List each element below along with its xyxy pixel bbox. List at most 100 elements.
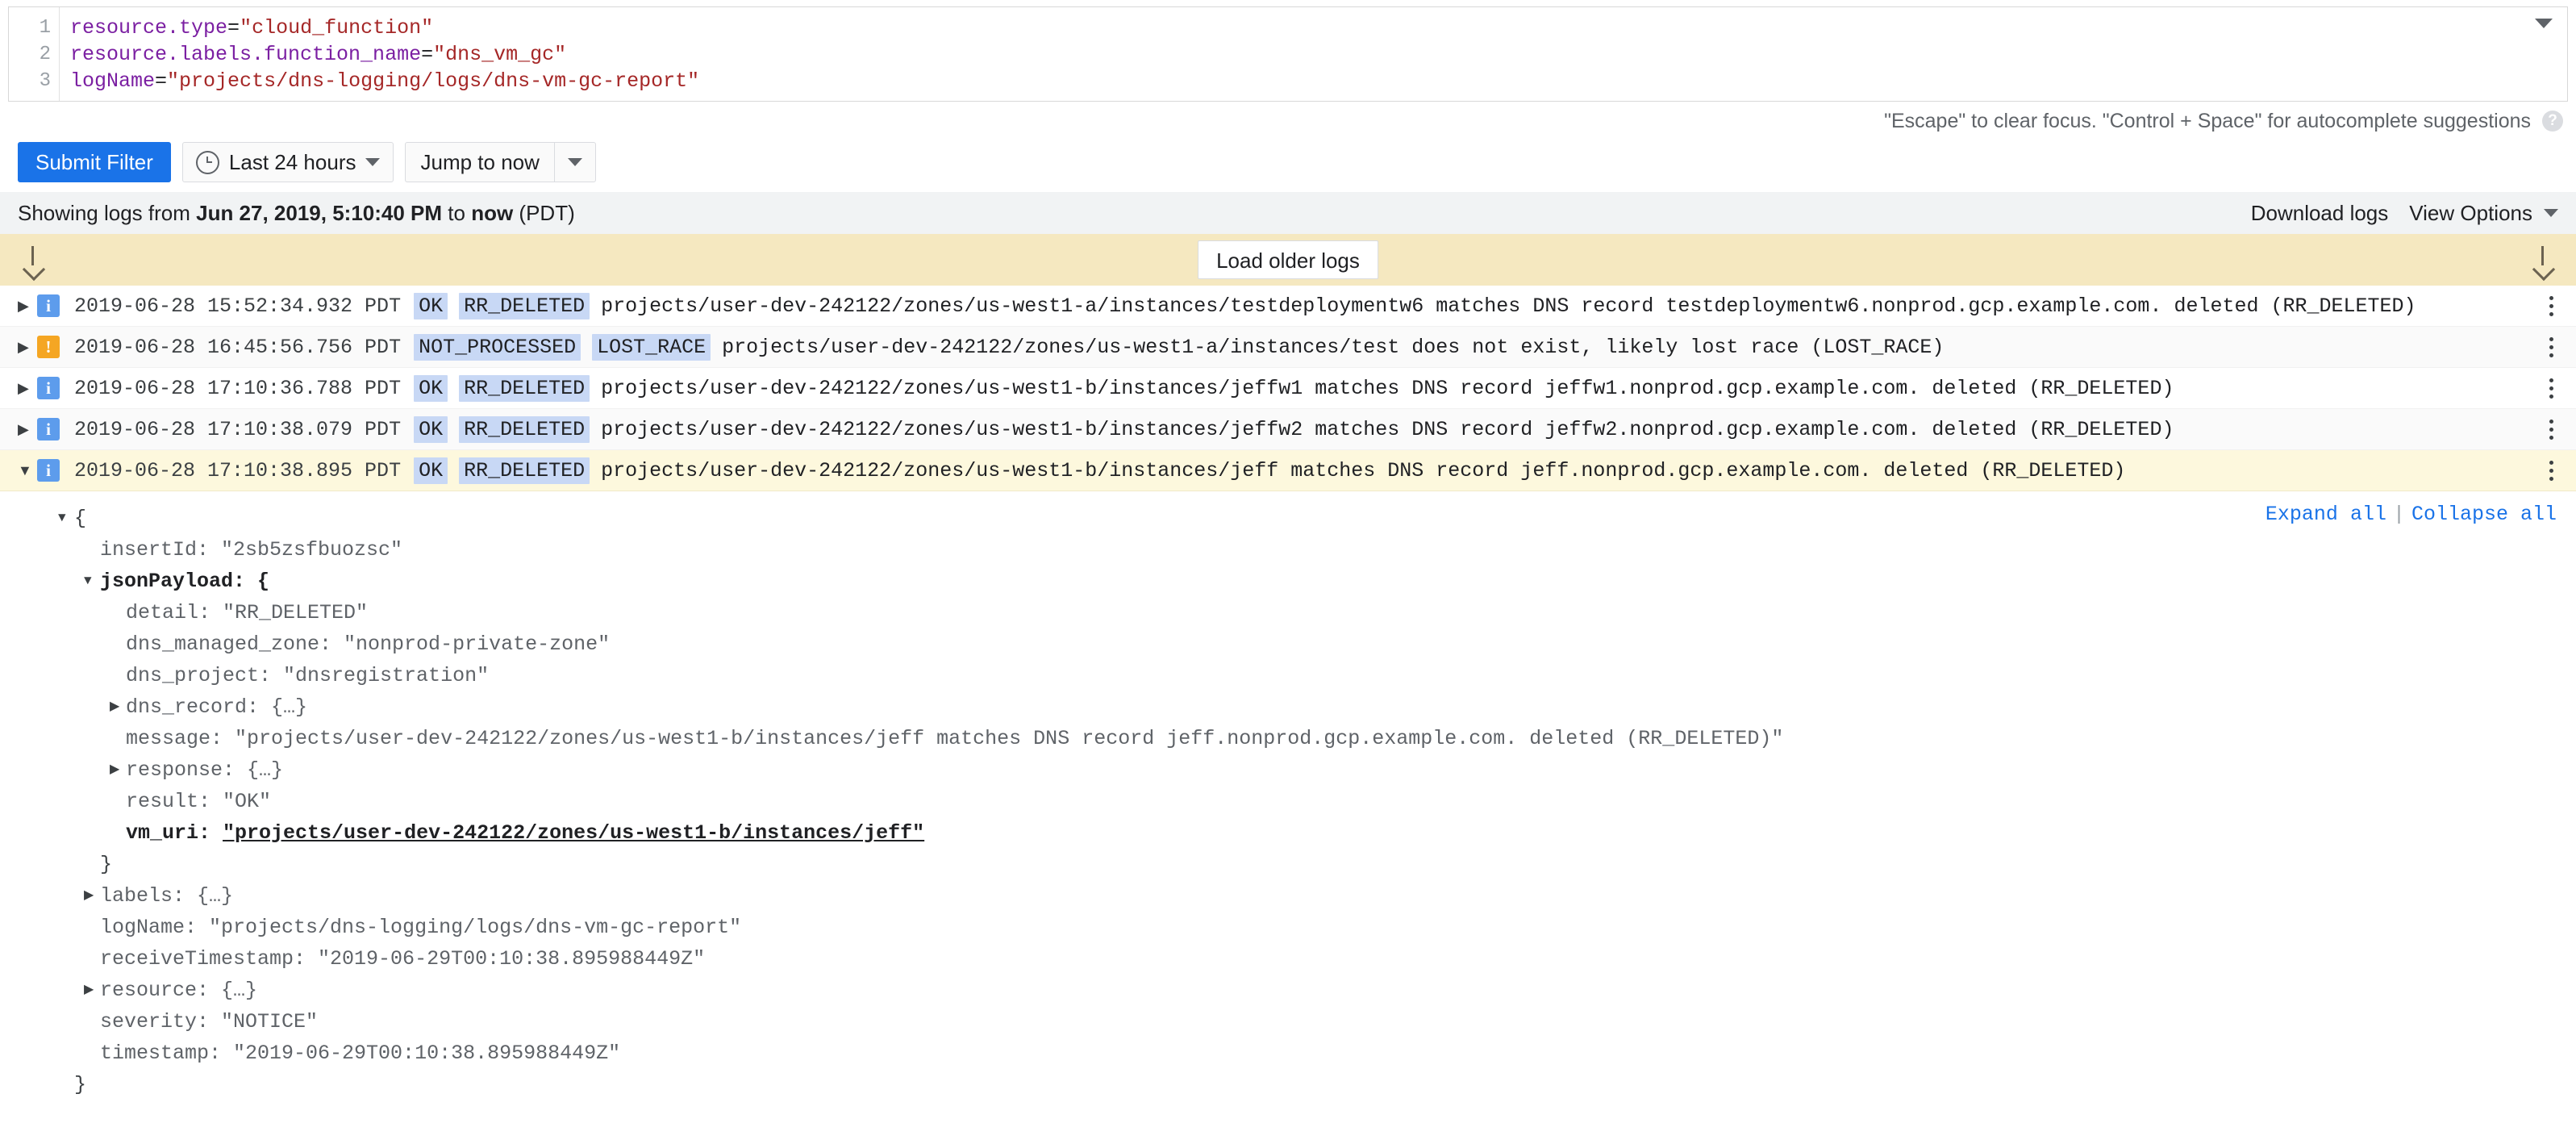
- detail-panel-actions: Expand all | Collapse all: [2265, 503, 2557, 526]
- row-expand-toggle[interactable]: ▶: [18, 340, 37, 354]
- showing-end-time: now: [471, 200, 514, 225]
- json-line-text: response: {…}: [126, 758, 284, 782]
- vm-uri-link[interactable]: "projects/user-dev-242122/zones/us-west1…: [223, 817, 924, 849]
- json-twisty-spacer: [84, 912, 100, 943]
- table-row[interactable]: ▶ i 2019-06-28 15:52:34.932 PDT OK RR_DE…: [0, 286, 2576, 327]
- status-badge: OK: [414, 457, 448, 484]
- json-twisty-spacer: [84, 1006, 100, 1038]
- filter-toolbar: Submit Filter Last 24 hours Jump to now: [0, 132, 2576, 192]
- row-timestamp: 2019-06-28 17:10:38.079 PDT: [74, 417, 402, 441]
- info-icon: i: [37, 294, 60, 317]
- query-line-content: logName="projects/dns-logging/logs/dns-v…: [59, 68, 699, 94]
- expand-all-link[interactable]: Expand all: [2265, 503, 2386, 526]
- query-editor[interactable]: 1 resource.type="cloud_function" 2 resou…: [8, 6, 2568, 102]
- json-twisty-spacer: [110, 628, 126, 660]
- status-badge: RR_DELETED: [459, 292, 590, 319]
- query-line[interactable]: 2 resource.labels.function_name="dns_vm_…: [9, 41, 2567, 68]
- action-separator: |: [2392, 503, 2405, 526]
- editor-hint-row: "Escape" to clear focus. "Control + Spac…: [0, 102, 2576, 132]
- json-tree-line: severity: "NOTICE": [0, 1006, 2576, 1038]
- help-icon[interactable]: ?: [2542, 111, 2563, 132]
- json-line-text: dns_record: {…}: [126, 695, 308, 719]
- showing-logs-bar: Showing logs from Jun 27, 2019, 5:10:40 …: [0, 192, 2576, 234]
- query-value: "dns_vm_gc": [433, 43, 567, 66]
- json-expand-toggle[interactable]: ▶: [110, 691, 126, 723]
- row-collapse-toggle[interactable]: ▼: [18, 463, 37, 478]
- json-tree-line: ▼ jsonPayload: {: [0, 566, 2576, 597]
- showing-start-time: Jun 27, 2019, 5:10:40 PM: [196, 200, 443, 225]
- log-entry-detail-panel: Expand all | Collapse all ▼{ insertId: "2s…: [0, 491, 2576, 1100]
- json-tree-line: dns_project: "dnsregistration": [0, 660, 2576, 691]
- line-number: 2: [39, 44, 51, 65]
- row-menu-button[interactable]: [2539, 378, 2563, 399]
- query-line-content: resource.labels.function_name="dns_vm_gc…: [59, 41, 566, 68]
- info-icon: i: [37, 418, 60, 440]
- json-collapse-toggle[interactable]: ▼: [58, 503, 74, 534]
- json-tree-line: ▶ response: {…}: [0, 754, 2576, 786]
- json-twisty-spacer: [84, 849, 100, 880]
- jump-to-now-dropdown-button[interactable]: [553, 142, 596, 182]
- editor-hint-text: "Escape" to clear focus. "Control + Spac…: [1884, 109, 2531, 132]
- chevron-down-icon[interactable]: [2535, 19, 2553, 28]
- view-options-button[interactable]: View Options: [2409, 201, 2558, 226]
- table-row[interactable]: ▶ ! 2019-06-28 16:45:56.756 PDT NOT_PROC…: [0, 327, 2576, 368]
- info-icon: i: [37, 459, 60, 482]
- status-badge: RR_DELETED: [459, 374, 590, 402]
- json-expand-toggle[interactable]: ▶: [84, 975, 100, 1006]
- query-operator: =: [421, 43, 434, 66]
- query-value: "projects/dns-logging/logs/dns-vm-gc-rep…: [167, 69, 700, 93]
- json-line-text: result: "OK": [126, 790, 272, 813]
- showing-timezone: (PDT): [513, 200, 575, 225]
- json-tree-line: result: "OK": [0, 786, 2576, 817]
- json-tree-line: vm_uri: "projects/user-dev-242122/zones/…: [0, 817, 2576, 849]
- arrow-down-icon: [2531, 246, 2555, 273]
- json-expand-toggle[interactable]: ▶: [110, 754, 126, 786]
- status-badge: LOST_RACE: [592, 333, 711, 361]
- json-tree-line: message: "projects/user-dev-242122/zones…: [0, 723, 2576, 754]
- status-badge: OK: [414, 374, 448, 402]
- showing-logs-text: Showing logs from Jun 27, 2019, 5:10:40 …: [18, 201, 575, 226]
- submit-filter-button[interactable]: Submit Filter: [18, 142, 171, 182]
- json-line-text: vm_uri:: [126, 821, 223, 845]
- json-tree-line: dns_managed_zone: "nonprod-private-zone": [0, 628, 2576, 660]
- json-line-text: detail: "RR_DELETED": [126, 601, 369, 624]
- json-line-text: }: [100, 853, 113, 876]
- row-menu-button[interactable]: [2539, 419, 2563, 440]
- jump-to-now-button[interactable]: Jump to now: [405, 142, 554, 182]
- json-line-text: dns_project: "dnsregistration": [126, 664, 490, 687]
- json-twisty-spacer: [110, 817, 126, 849]
- query-field: resource.type: [70, 16, 228, 40]
- status-badge: RR_DELETED: [459, 415, 590, 443]
- table-row[interactable]: ▶ i 2019-06-28 17:10:36.788 PDT OK RR_DE…: [0, 368, 2576, 409]
- json-line-text: logName: "projects/dns-logging/logs/dns-…: [100, 916, 742, 939]
- json-tree: ▼{ insertId: "2sb5zsfbuozsc" ▼ jsonPayload…: [0, 503, 2576, 1100]
- time-range-label: Last 24 hours: [228, 149, 356, 174]
- query-editor-lines: 1 resource.type="cloud_function" 2 resou…: [9, 7, 2567, 94]
- load-older-logs-button[interactable]: Load older logs: [1198, 240, 1378, 279]
- json-twisty-spacer: [110, 597, 126, 628]
- collapse-all-link[interactable]: Collapse all: [2411, 503, 2557, 526]
- json-line-text: jsonPayload: {: [100, 570, 270, 593]
- status-badge: OK: [414, 415, 448, 443]
- json-collapse-toggle[interactable]: ▼: [84, 566, 100, 597]
- json-expand-toggle[interactable]: ▶: [84, 880, 100, 912]
- query-line[interactable]: 1 resource.type="cloud_function": [9, 15, 2567, 41]
- row-menu-button[interactable]: [2539, 336, 2563, 357]
- json-twisty-spacer: [84, 1038, 100, 1069]
- download-logs-button[interactable]: Download logs: [2251, 201, 2389, 226]
- row-menu-button[interactable]: [2539, 295, 2563, 316]
- chevron-down-icon: [567, 158, 582, 166]
- table-row[interactable]: ▼ i 2019-06-28 17:10:38.895 PDT OK RR_DE…: [0, 450, 2576, 491]
- table-row[interactable]: ▶ i 2019-06-28 17:10:38.079 PDT OK RR_DE…: [0, 409, 2576, 450]
- row-menu-button[interactable]: [2539, 460, 2563, 481]
- query-line[interactable]: 3 logName="projects/dns-logging/logs/dns…: [9, 68, 2567, 94]
- json-line-text: severity: "NOTICE": [100, 1010, 319, 1033]
- row-message: projects/user-dev-242122/zones/us-west1-…: [722, 335, 1945, 359]
- row-expand-toggle[interactable]: ▶: [18, 422, 37, 436]
- status-badge: OK: [414, 292, 448, 319]
- row-expand-toggle[interactable]: ▶: [18, 299, 37, 313]
- json-line-text: resource: {…}: [100, 979, 258, 1002]
- json-tree-line: }: [0, 1069, 2576, 1100]
- time-range-button[interactable]: Last 24 hours: [181, 142, 394, 182]
- row-expand-toggle[interactable]: ▶: [18, 381, 37, 395]
